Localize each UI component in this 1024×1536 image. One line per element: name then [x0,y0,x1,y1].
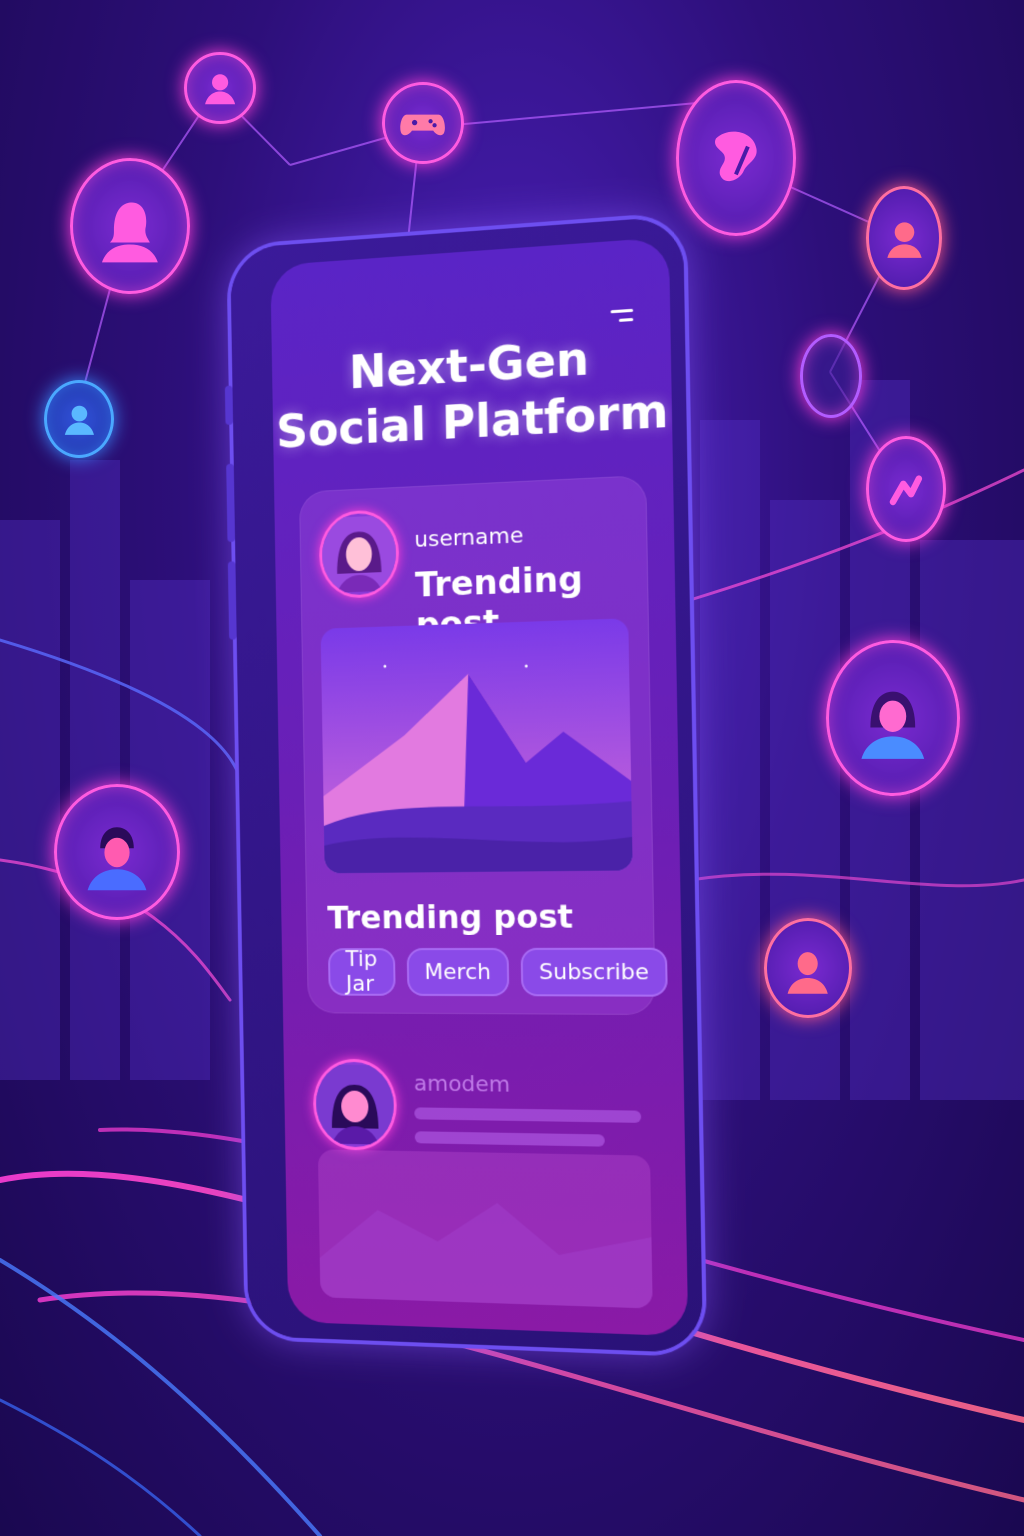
gamepad-icon [400,115,446,136]
creative-node-icon [676,80,796,236]
user-icon [787,952,829,994]
tip-jar-button[interactable]: Tip Jar [327,947,396,997]
profile-node-icon [764,918,852,1018]
phone-screen: Next-Gen Social Platform username Trendi… [270,237,689,1337]
post-caption: Trending post [327,897,574,937]
merch-button[interactable]: Merch [406,947,510,997]
phone-side-button [227,561,237,640]
profile-node-icon [70,158,190,294]
profile-node-icon [826,640,960,796]
palette-icon [715,131,757,181]
text-placeholder-line [414,1107,642,1123]
mountain-landscape-image [318,1198,653,1309]
post-actions: Tip Jar Merch Subscribe [327,947,668,997]
avatar-image [315,1064,395,1145]
user-avatar-icon[interactable] [312,1058,398,1151]
user-icon [204,74,236,105]
gamepad-node-icon [382,82,464,164]
post2-username[interactable]: amodem [414,1072,511,1098]
user-avatar-icon[interactable] [318,508,400,600]
user-icon [87,826,147,890]
profile-node-icon [184,52,256,124]
avatar-image [321,514,397,594]
page-title: Next-Gen Social Platform [272,325,673,460]
mountain-landscape-image [320,618,633,874]
phone-side-button [224,385,234,425]
brush-icon [889,475,923,506]
subscribe-button[interactable]: Subscribe [520,947,668,997]
user-icon [102,202,158,262]
empty-node-icon [800,334,862,418]
phone-device: Next-Gen Social Platform username Trendi… [224,215,704,1354]
post-card[interactable]: username Trending post Trending post Tip… [299,475,668,1016]
hamburger-menu-icon[interactable] [610,308,634,329]
profile-node-icon [54,784,180,920]
post2-image[interactable] [317,1149,653,1309]
user-icon [64,405,94,435]
phone-side-button [226,463,236,543]
profile-node-icon [866,186,942,290]
post-image[interactable] [320,618,633,874]
user-icon [861,691,925,759]
text-placeholder-line [414,1131,605,1147]
post-username[interactable]: username [414,523,524,553]
profile-node-icon [44,380,114,458]
brush-node-icon [866,436,946,542]
user-icon [886,222,922,258]
